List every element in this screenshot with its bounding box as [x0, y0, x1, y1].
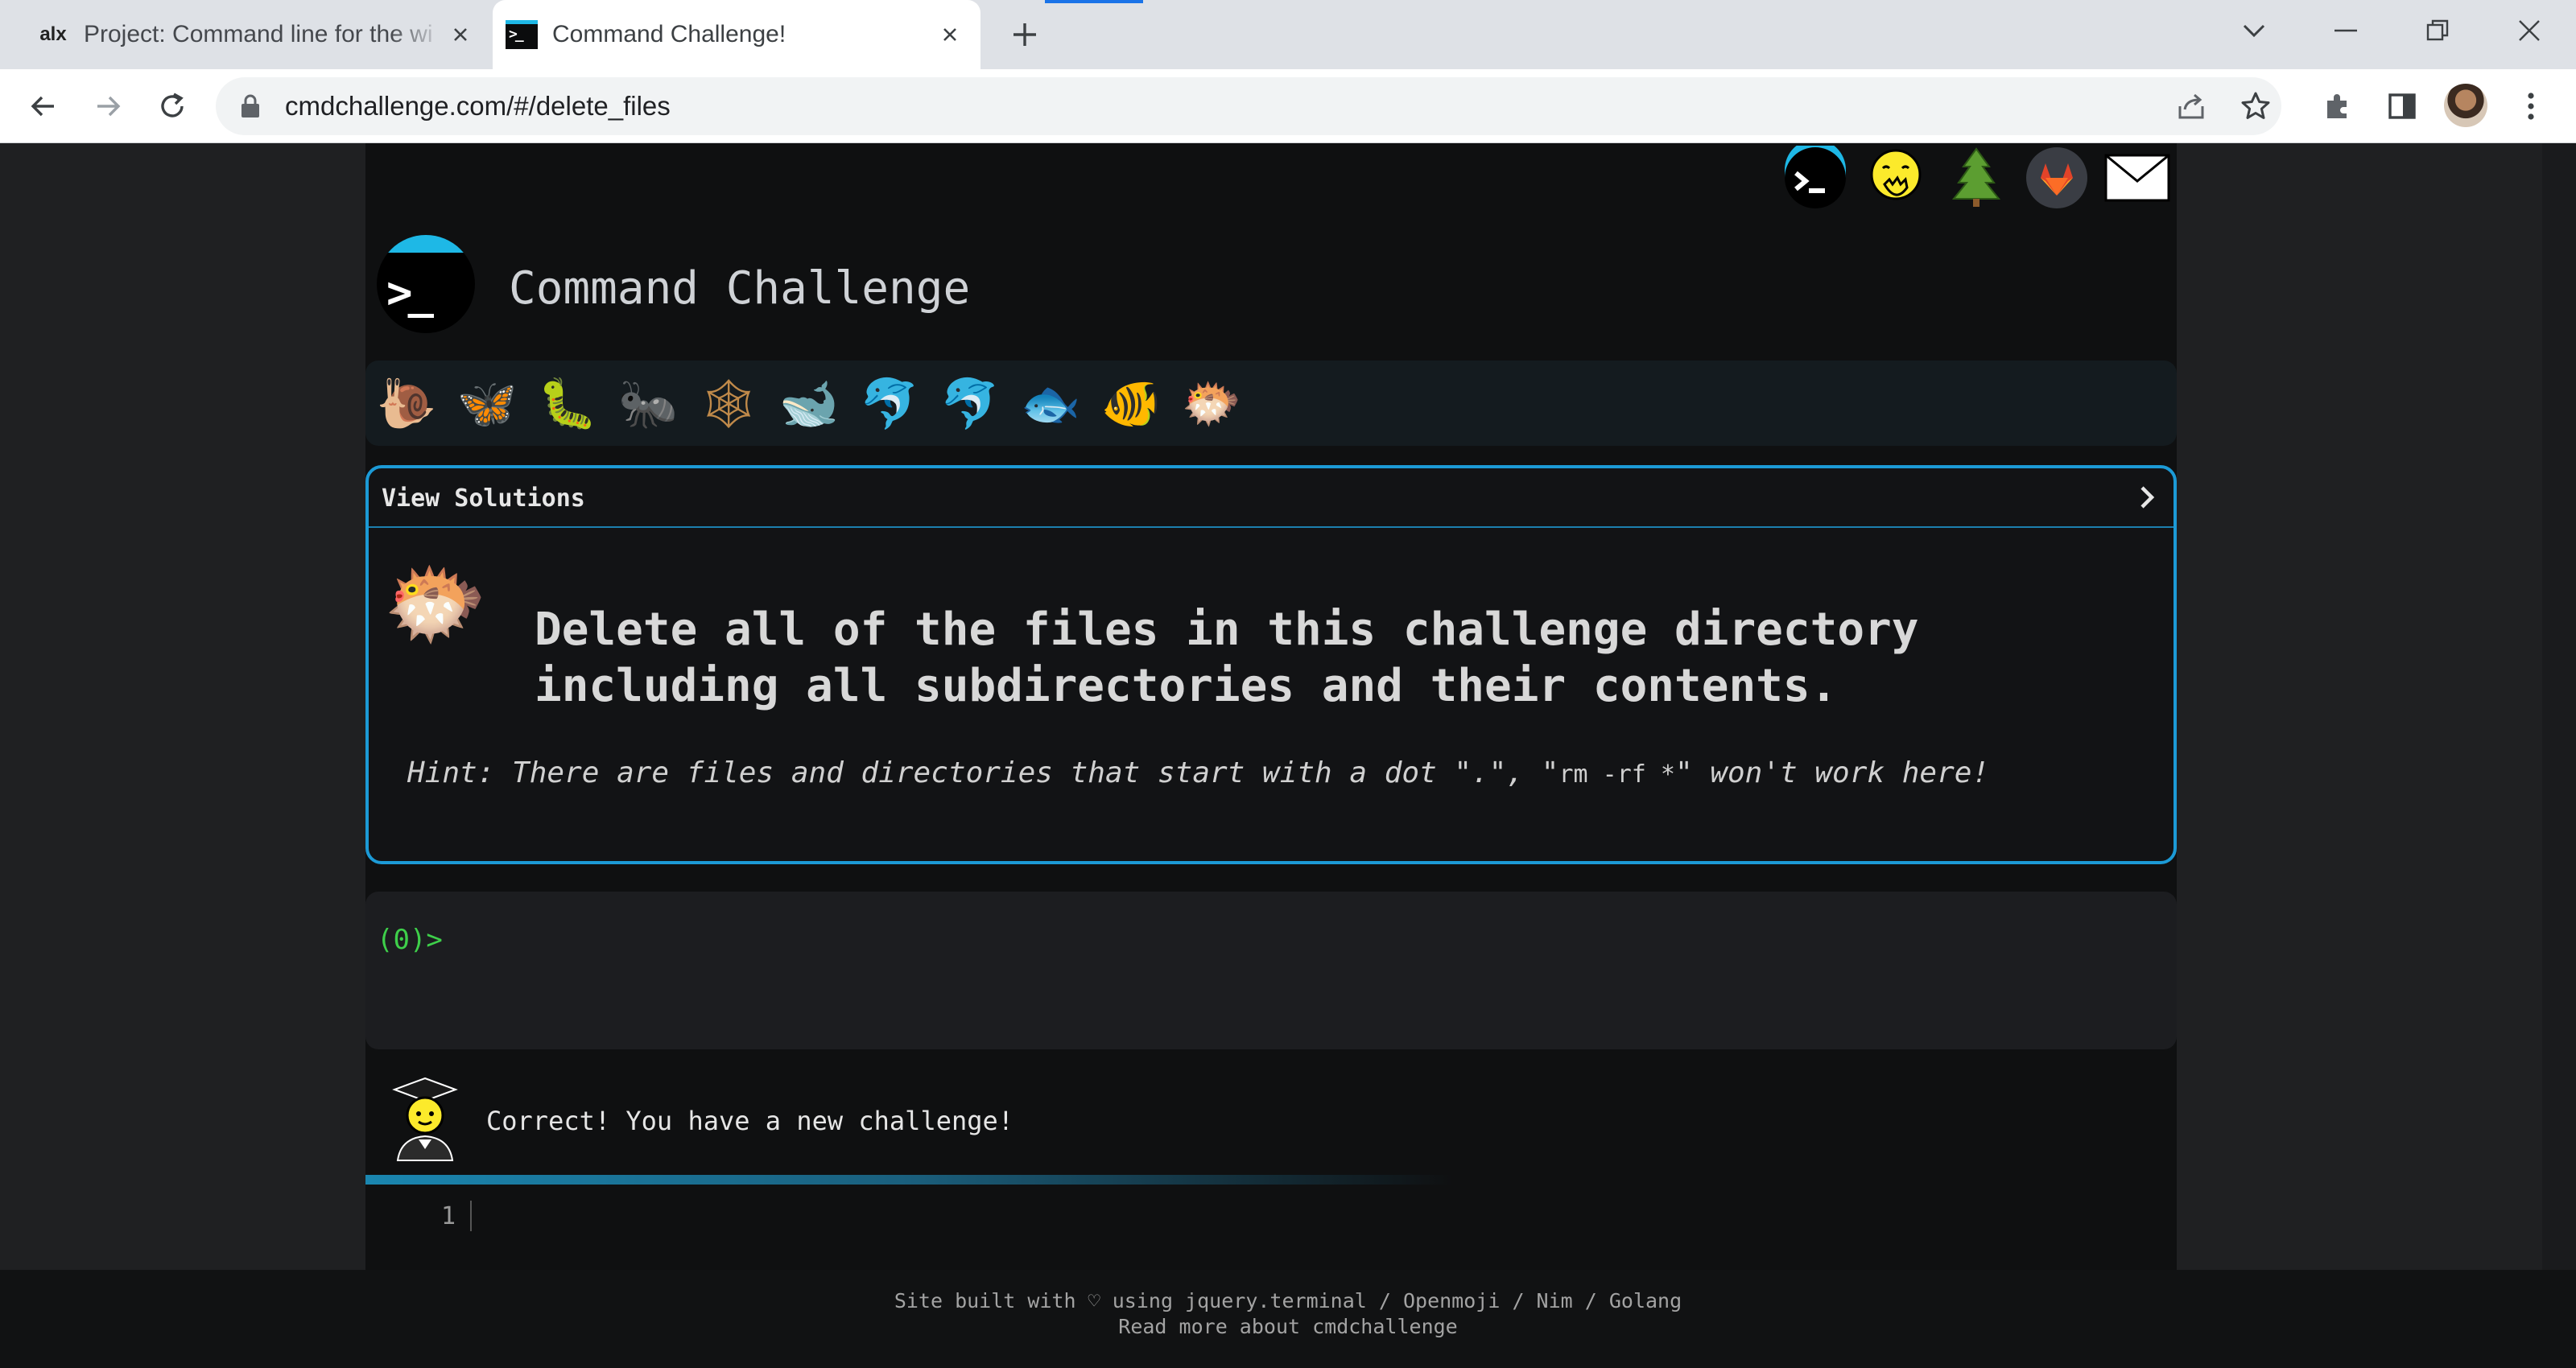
chevron-right-icon[interactable] — [2133, 481, 2161, 513]
dolphin-level-icon[interactable]: 🐬 — [860, 373, 920, 433]
side-panel-icon[interactable] — [2383, 87, 2421, 126]
new-tab-plus-icon[interactable] — [1008, 18, 1042, 52]
url-text[interactable]: cmdchallenge.com/#/delete_files — [285, 77, 671, 135]
terminal-logo-icon[interactable] — [1782, 145, 1848, 211]
feedback-progress-line — [365, 1175, 2177, 1185]
command-editor[interactable]: 1 — [365, 1185, 2177, 1270]
site-logo: >_ — [377, 235, 475, 333]
share-icon[interactable] — [2174, 89, 2209, 124]
whale-level-icon[interactable]: 🐋 — [779, 373, 840, 433]
footer-read-more-link[interactable]: Read more about cmdchallenge — [0, 1315, 2576, 1338]
hint-prefix: Hint: There are files and directories th… — [407, 756, 1559, 789]
snail-level-icon[interactable]: 🐌 — [377, 373, 437, 433]
level-progress-bar: 🐌 🦋 🐛 🐜 🕸 🐋 🐬 🐬 🐟 🐠 🐡 — [365, 361, 2177, 446]
ant-level-icon[interactable]: 🐜 — [618, 373, 679, 433]
browser-toolbar: cmdchallenge.com/#/delete_files — [0, 69, 2576, 143]
tab-command-challenge[interactable]: >_ Command Challenge! — [493, 0, 980, 69]
terminal-input[interactable]: (0)> — [365, 892, 2177, 1049]
footer-credits: Site built with ♡ using jquery.terminal … — [894, 1289, 1682, 1312]
tab-strip: alx Project: Command line for the wi >_ … — [0, 0, 2576, 69]
challenge-description: Delete all of the files in this challeng… — [535, 604, 1919, 712]
challenge-hint: Hint: There are files and directories th… — [407, 756, 1989, 789]
tab-alx-project[interactable]: alx Project: Command line for the wi — [24, 0, 491, 69]
restore-window-icon[interactable] — [2413, 13, 2462, 48]
terminal-favicon-text: >_ — [509, 26, 524, 43]
feedback-message: Correct! You have a new challenge! — [365, 1069, 2177, 1170]
tab-close-icon[interactable] — [444, 19, 477, 51]
hint-code: rm -rf * — [1558, 760, 1675, 789]
page-loading-indicator — [1045, 0, 1143, 3]
blowfish-level-icon[interactable]: 🐡 — [1182, 373, 1242, 433]
alx-favicon-text: alx — [39, 23, 67, 45]
dolphin-level-icon[interactable]: 🐬 — [940, 373, 1001, 433]
site-title: Command Challenge — [509, 262, 971, 315]
close-window-icon[interactable] — [2505, 13, 2553, 48]
tab-search-chevron-down-icon[interactable] — [2230, 13, 2278, 48]
blowfish-icon: 🐡 — [383, 554, 488, 653]
bookmark-star-icon[interactable] — [2238, 89, 2273, 124]
tab-title: Project: Command line for the wi — [84, 21, 433, 47]
editor-cursor — [470, 1201, 472, 1231]
forward-arrow-icon[interactable] — [89, 87, 127, 126]
graduate-icon — [386, 1075, 464, 1162]
face-with-hand-over-mouth-icon[interactable] — [1863, 145, 1929, 211]
extensions-puzzle-icon[interactable] — [2318, 87, 2357, 126]
back-arrow-icon[interactable] — [24, 87, 63, 126]
tab-close-icon[interactable] — [934, 19, 966, 51]
challenge-panel: View Solutions 🐡 Delete all of the files… — [365, 465, 2177, 864]
minimize-icon[interactable] — [2322, 13, 2370, 48]
alx-favicon-icon: alx — [37, 19, 69, 51]
profile-avatar[interactable] — [2444, 84, 2487, 127]
browser-menu-icon[interactable] — [2512, 87, 2550, 126]
address-bar[interactable]: cmdchallenge.com/#/delete_files — [216, 77, 2281, 135]
terminal-prompt: (0)> — [377, 924, 443, 956]
page-viewport: >_ Command Challenge 🐌 🦋 🐛 🐜 🕸 🐋 🐬 🐬 🐟 🐠… — [0, 143, 2576, 1368]
logo-cap — [377, 235, 475, 253]
gitlab-icon[interactable] — [2024, 145, 2090, 211]
line-number: 1 — [441, 1202, 456, 1230]
caterpillar-level-icon[interactable]: 🐛 — [538, 373, 598, 433]
view-solutions-label: View Solutions — [382, 484, 585, 513]
butterfly-level-icon[interactable]: 🦋 — [457, 373, 518, 433]
hint-suffix: " won't work here! — [1674, 756, 1990, 789]
tropical-fish-level-icon[interactable]: 🐠 — [1101, 373, 1162, 433]
tree-icon[interactable] — [1943, 145, 2009, 211]
lock-icon[interactable] — [238, 93, 262, 119]
header-links — [1782, 143, 2170, 212]
page-scrollbar[interactable] — [2542, 143, 2576, 1270]
site-footer: Site built with ♡ using jquery.terminal … — [0, 1270, 2576, 1368]
spider-web-level-icon[interactable]: 🕸 — [698, 373, 759, 433]
cmdchallenge-page: >_ Command Challenge 🐌 🦋 🐛 🐜 🕸 🐋 🐬 🐬 🐟 🐠… — [365, 143, 2177, 1270]
logo-prompt-icon: >_ — [386, 267, 434, 318]
feedback-text: Correct! You have a new challenge! — [486, 1106, 1014, 1136]
terminal-favicon-icon: >_ — [506, 19, 538, 51]
fish-level-icon[interactable]: 🐟 — [1021, 373, 1081, 433]
reload-icon[interactable] — [153, 87, 192, 126]
envelope-icon[interactable] — [2104, 145, 2170, 211]
view-solutions-toggle[interactable]: View Solutions — [369, 468, 2174, 528]
tab-title: Command Challenge! — [552, 21, 786, 47]
